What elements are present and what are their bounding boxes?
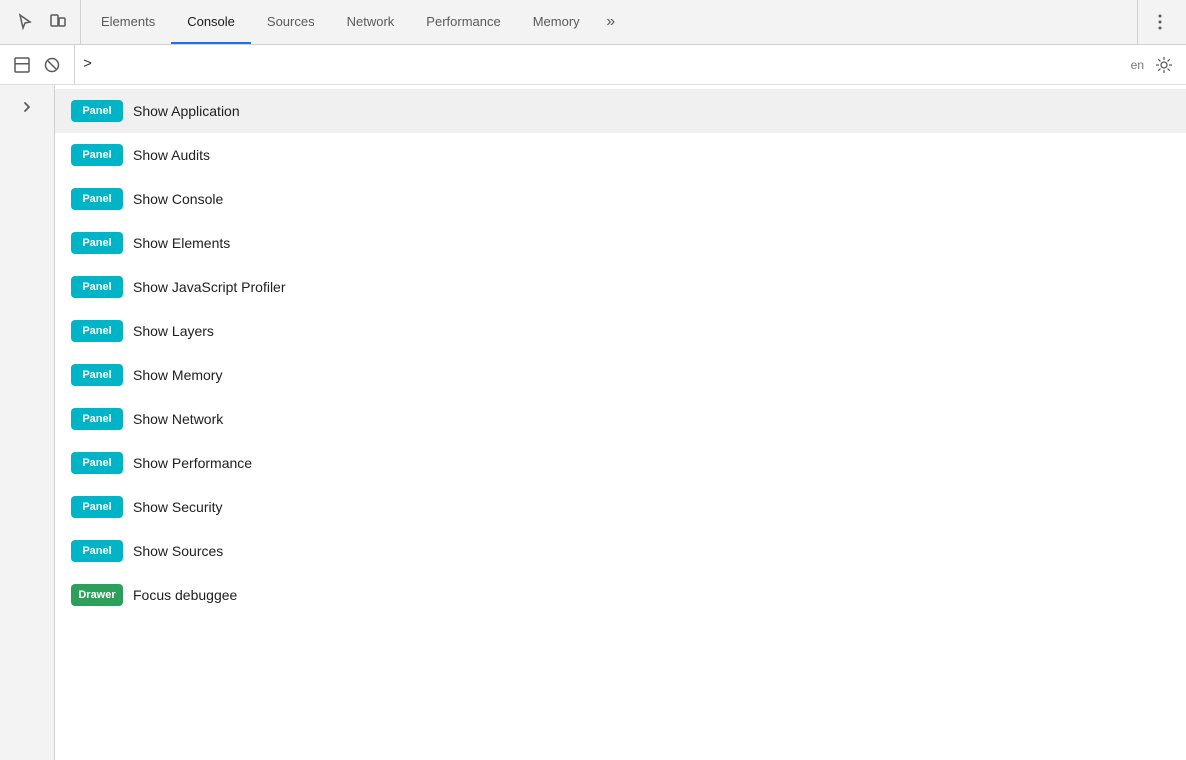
dropdown-label-show-layers: Show Layers bbox=[133, 323, 214, 339]
dropdown-label-show-elements: Show Elements bbox=[133, 235, 230, 251]
badge-drawer: Drawer bbox=[71, 584, 123, 606]
dropdown-label-show-network: Show Network bbox=[133, 411, 223, 427]
clear-icon bbox=[43, 56, 61, 74]
badge-panel: Panel bbox=[71, 232, 123, 254]
dropdown-label-show-application: Show Application bbox=[133, 103, 240, 119]
dropdown-item-show-memory[interactable]: Panel Show Memory bbox=[55, 353, 1186, 397]
dropdown-label-show-security: Show Security bbox=[133, 499, 222, 515]
expand-drawer-button[interactable] bbox=[8, 51, 36, 79]
sidebar-expand-arrow[interactable] bbox=[17, 97, 37, 117]
dropdown-item-show-application[interactable]: Panel Show Application bbox=[55, 89, 1186, 133]
chevron-right-icon bbox=[21, 101, 33, 113]
badge-panel: Panel bbox=[71, 364, 123, 386]
dropdown-item-focus-debuggee[interactable]: Drawer Focus debuggee bbox=[55, 573, 1186, 617]
filter-text: en bbox=[1131, 58, 1144, 72]
badge-panel: Panel bbox=[71, 188, 123, 210]
toolbar-icons-left bbox=[4, 0, 81, 44]
badge-panel: Panel bbox=[71, 320, 123, 342]
tab-elements[interactable]: Elements bbox=[85, 0, 171, 44]
gear-icon bbox=[1155, 56, 1173, 74]
dropdown-item-show-sources[interactable]: Panel Show Sources bbox=[55, 529, 1186, 573]
tab-console[interactable]: Console bbox=[171, 0, 251, 44]
dropdown-item-show-security[interactable]: Panel Show Security bbox=[55, 485, 1186, 529]
tab-list: Elements Console Sources Network Perform… bbox=[85, 0, 1137, 44]
dropdown-label-focus-debuggee: Focus debuggee bbox=[133, 587, 237, 603]
dropdown-label-show-memory: Show Memory bbox=[133, 367, 222, 383]
dropdown-label-show-sources: Show Sources bbox=[133, 543, 223, 559]
clear-console-button[interactable] bbox=[38, 51, 66, 79]
more-tabs-button[interactable]: » bbox=[596, 8, 624, 36]
console-input-area: > bbox=[83, 56, 1131, 73]
badge-panel: Panel bbox=[71, 452, 123, 474]
console-settings-button[interactable] bbox=[1150, 51, 1178, 79]
dropdown-item-show-console[interactable]: Panel Show Console bbox=[55, 177, 1186, 221]
badge-panel: Panel bbox=[71, 540, 123, 562]
dropdown-label-show-console: Show Console bbox=[133, 191, 223, 207]
device-toolbar-button[interactable] bbox=[44, 8, 72, 36]
badge-panel: Panel bbox=[71, 144, 123, 166]
dropdown-label-show-performance: Show Performance bbox=[133, 455, 252, 471]
console-bar: > en bbox=[0, 45, 1186, 85]
dropdown-item-show-performance[interactable]: Panel Show Performance bbox=[55, 441, 1186, 485]
expand-icon bbox=[13, 56, 31, 74]
tab-memory[interactable]: Memory bbox=[517, 0, 596, 44]
dropdown-item-show-javascript-profiler[interactable]: Panel Show JavaScript Profiler bbox=[55, 265, 1186, 309]
tab-performance[interactable]: Performance bbox=[410, 0, 516, 44]
dropdown-item-show-network[interactable]: Panel Show Network bbox=[55, 397, 1186, 441]
dropdown-label-show-audits: Show Audits bbox=[133, 147, 210, 163]
console-right-icons: en bbox=[1131, 51, 1178, 79]
dropdown-list: PanelShow ApplicationPanelShow AuditsPan… bbox=[55, 85, 1186, 621]
badge-panel: Panel bbox=[71, 276, 123, 298]
sidebar bbox=[0, 85, 55, 760]
dropdown-item-show-elements[interactable]: Panel Show Elements bbox=[55, 221, 1186, 265]
tab-network[interactable]: Network bbox=[331, 0, 411, 44]
customize-devtools-button[interactable] bbox=[1146, 8, 1174, 36]
console-nav-buttons bbox=[8, 45, 75, 84]
tab-sources[interactable]: Sources bbox=[251, 0, 331, 44]
prompt-symbol: > bbox=[83, 56, 92, 73]
device-icon bbox=[49, 13, 67, 31]
console-input[interactable] bbox=[98, 57, 1131, 72]
command-menu-dropdown: PanelShow ApplicationPanelShow AuditsPan… bbox=[55, 85, 1186, 760]
dropdown-item-show-audits[interactable]: Panel Show Audits bbox=[55, 133, 1186, 177]
dropdown-label-show-javascript-profiler: Show JavaScript Profiler bbox=[133, 279, 286, 295]
badge-panel: Panel bbox=[71, 100, 123, 122]
toolbar-right bbox=[1137, 0, 1182, 44]
devtools-toolbar: Elements Console Sources Network Perform… bbox=[0, 0, 1186, 45]
badge-panel: Panel bbox=[71, 496, 123, 518]
cursor-icon bbox=[17, 13, 35, 31]
dropdown-item-show-layers[interactable]: Panel Show Layers bbox=[55, 309, 1186, 353]
dots-vertical-icon bbox=[1151, 13, 1169, 31]
badge-panel: Panel bbox=[71, 408, 123, 430]
inspect-element-button[interactable] bbox=[12, 8, 40, 36]
main-area: PanelShow ApplicationPanelShow AuditsPan… bbox=[0, 85, 1186, 760]
